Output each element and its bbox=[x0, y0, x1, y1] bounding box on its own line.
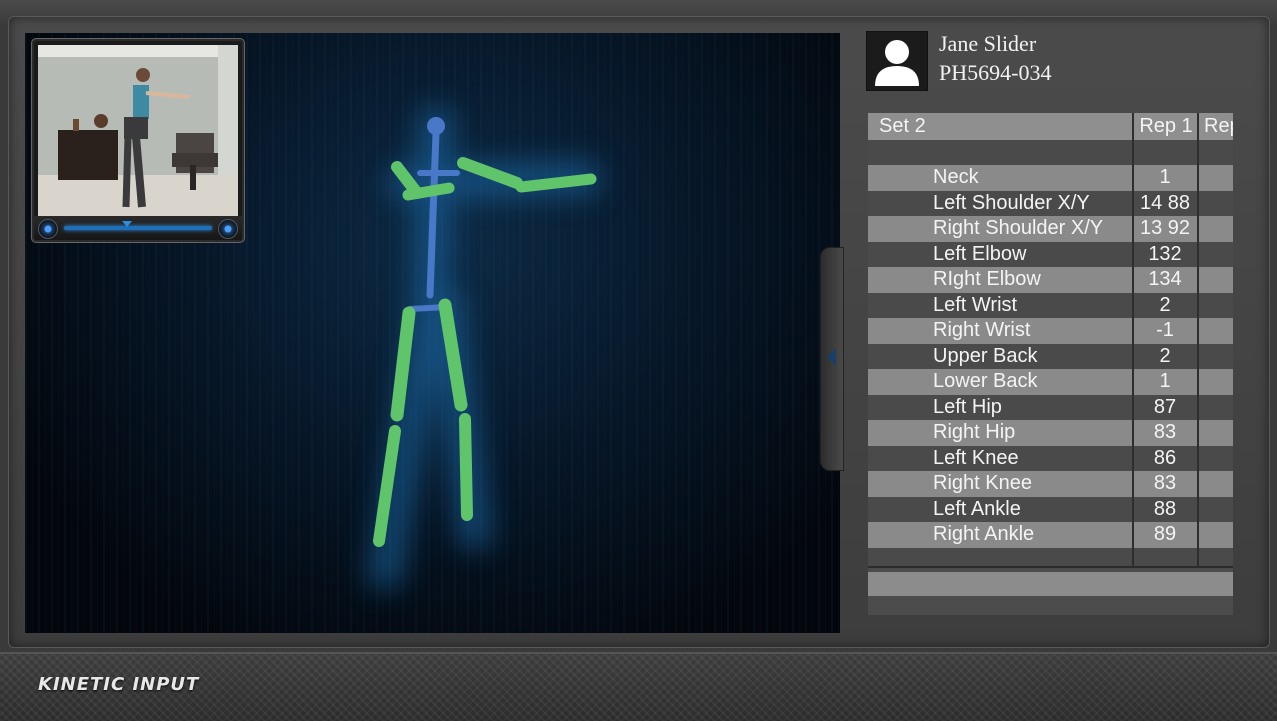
joint-name: Left Wrist bbox=[933, 293, 1018, 316]
brand-logo: KINETIC INPUT bbox=[38, 674, 200, 695]
table-header: Set 2 Rep 1 Rep bbox=[868, 113, 1233, 140]
user-avatar-icon bbox=[866, 31, 928, 91]
joint-name: Right Ankle bbox=[933, 523, 1035, 545]
rep-1-value: 14 88 bbox=[1139, 191, 1191, 214]
joint-name: Left Ankle bbox=[933, 497, 1021, 520]
rep-1-value: 1 bbox=[1159, 166, 1171, 188]
rep-1-value: 83 bbox=[1153, 421, 1177, 443]
table-row: Left Knee 86 bbox=[868, 445, 1233, 471]
video-controls bbox=[34, 216, 242, 240]
table-row: Right Wrist -1 bbox=[868, 318, 1233, 344]
table-scrollbar[interactable] bbox=[868, 572, 1233, 596]
rep-1-value: 13 92 bbox=[1139, 217, 1191, 239]
rep-1-value: 134 bbox=[1148, 268, 1182, 290]
column-header-rep-1[interactable]: Rep 1 bbox=[1134, 113, 1198, 140]
rep-1-value: 86 bbox=[1153, 446, 1177, 469]
table-row: Left Elbow 132 bbox=[868, 241, 1233, 267]
chevron-left-icon bbox=[827, 348, 836, 366]
video-frame bbox=[38, 45, 238, 217]
table-row: Left Shoulder X/Y 14 88 bbox=[868, 190, 1233, 216]
forward-button[interactable] bbox=[218, 219, 238, 239]
table-row: Left Ankle 88 bbox=[868, 496, 1233, 522]
scrubber-handle[interactable] bbox=[122, 221, 132, 227]
table-row: RIght Elbow 134 bbox=[868, 267, 1233, 293]
patient-id: PH5694-034 bbox=[939, 60, 1052, 85]
table-row: Right Knee 83 bbox=[868, 471, 1233, 497]
panel-toggle-tab[interactable] bbox=[820, 247, 844, 471]
table-spacer-row bbox=[868, 140, 1233, 166]
joint-name: Lower Back bbox=[933, 370, 1038, 392]
rewind-button[interactable] bbox=[38, 219, 58, 239]
rep-1-value: -1 bbox=[1156, 319, 1174, 341]
set-label: Set 2 bbox=[879, 115, 926, 137]
rep-1-value: 2 bbox=[1159, 344, 1171, 367]
joint-name: Right Shoulder X/Y bbox=[933, 217, 1104, 239]
table-row: Lower Back 1 bbox=[868, 369, 1233, 395]
table-row: Upper Back 2 bbox=[868, 343, 1233, 369]
rep-1-value: 2 bbox=[1159, 293, 1171, 316]
column-divider bbox=[1132, 113, 1134, 568]
bottom-bar: KINETIC INPUT bbox=[0, 652, 1277, 721]
reference-video[interactable] bbox=[32, 39, 244, 242]
table-row: Neck 1 bbox=[868, 165, 1233, 191]
joint-name: Left Elbow bbox=[933, 242, 1027, 265]
joint-name: Left Hip bbox=[933, 395, 1002, 418]
rep-1-value: 83 bbox=[1153, 472, 1177, 494]
joint-name: Neck bbox=[933, 166, 979, 188]
table-row: Left Hip 87 bbox=[868, 394, 1233, 420]
rep-1-value: 89 bbox=[1153, 523, 1177, 545]
table-row: Right Ankle 89 bbox=[868, 522, 1233, 548]
joint-name: Right Wrist bbox=[933, 319, 1031, 341]
joint-angle-table: Set 2 Rep 1 Rep Neck 1 Left Shoulder X/Y… bbox=[868, 113, 1233, 615]
joint-name: Right Hip bbox=[933, 421, 1016, 443]
joint-name: RIght Elbow bbox=[933, 268, 1041, 290]
table-row: Left Wrist 2 bbox=[868, 292, 1233, 318]
skeleton-head bbox=[427, 117, 445, 135]
rep-1-value: 132 bbox=[1148, 242, 1182, 265]
joint-name: Left Shoulder X/Y bbox=[933, 191, 1090, 214]
rep-1-value: 1 bbox=[1159, 370, 1171, 392]
joint-name: Right Knee bbox=[933, 472, 1032, 494]
column-header-rep-2[interactable]: Rep bbox=[1204, 113, 1233, 140]
joint-name: Left Knee bbox=[933, 446, 1019, 469]
rep-1-value: 88 bbox=[1153, 497, 1177, 520]
joint-name: Upper Back bbox=[933, 344, 1038, 367]
video-scrubber[interactable] bbox=[64, 226, 212, 230]
column-divider bbox=[1197, 113, 1199, 568]
patient-name: Jane Slider bbox=[939, 31, 1037, 56]
rep-1-value: 87 bbox=[1153, 395, 1177, 418]
table-row: Right Shoulder X/Y 13 92 bbox=[868, 216, 1233, 242]
table-row: Right Hip 83 bbox=[868, 420, 1233, 446]
